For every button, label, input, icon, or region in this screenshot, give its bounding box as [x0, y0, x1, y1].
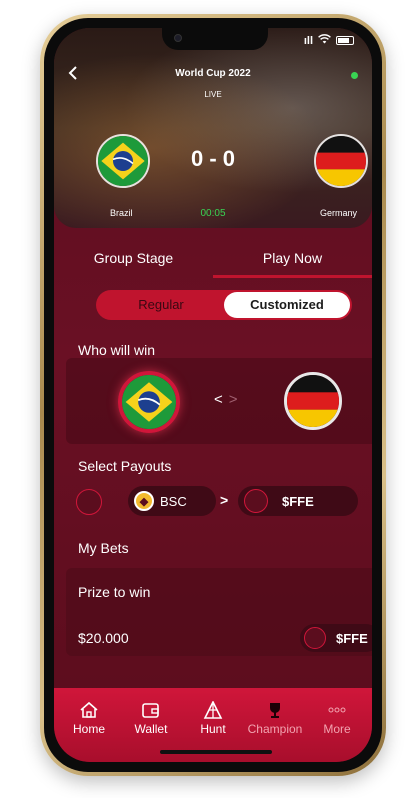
chevron-left-icon[interactable]: <	[214, 391, 229, 408]
token-label: $FFE	[282, 493, 314, 509]
away-team-name: Germany	[320, 208, 358, 218]
prize-token-radio[interactable]	[304, 627, 326, 649]
brazil-flag-icon	[122, 375, 176, 429]
select-payouts-label: Select Payouts	[78, 458, 172, 474]
home-icon	[79, 700, 99, 720]
tab-group-stage[interactable]: Group Stage	[54, 246, 213, 278]
network-pill[interactable]: ◆ BSC	[128, 486, 216, 516]
network-label: BSC	[160, 493, 187, 509]
match-status: LIVE	[204, 90, 222, 99]
more-icon	[327, 700, 347, 720]
nav-label-champion: Champion	[247, 722, 303, 736]
nav-label-wallet: Wallet	[134, 722, 168, 736]
match-title: World Cup 2022	[175, 68, 251, 79]
germany-flag-icon	[287, 375, 339, 427]
nav-label-hunt: Hunt	[200, 722, 226, 736]
nav-label-more: More	[323, 722, 351, 736]
phone-bezel: ıll World Cup 2022 LIVE 0 - 0 Brazil 00:…	[44, 18, 382, 772]
nav-home[interactable]: Home	[58, 700, 120, 762]
chevron-right-icon: >	[220, 492, 229, 508]
select-germany-button[interactable]	[284, 372, 342, 430]
phone-frame: ıll World Cup 2022 LIVE 0 - 0 Brazil 00:…	[40, 14, 386, 776]
battery-icon	[336, 36, 354, 45]
hunt-icon	[202, 700, 224, 720]
toggle-customized[interactable]: Customized	[224, 292, 350, 318]
wifi-icon	[318, 34, 331, 47]
chevron-right-icon[interactable]: >	[229, 391, 244, 408]
prize-token-pill[interactable]: $FFE	[300, 624, 372, 652]
nav-label-home: Home	[72, 722, 105, 736]
stage-tabs: Group Stage Play Now	[54, 246, 372, 278]
signal-icon: ıll	[303, 34, 313, 47]
prize-card: Prize to win $20.000 $FFE	[66, 568, 372, 656]
camera-icon	[174, 34, 182, 42]
app-screen: ıll World Cup 2022 LIVE 0 - 0 Brazil 00:…	[54, 28, 372, 762]
prize-label: Prize to win	[78, 584, 151, 600]
mode-toggle: Regular Customized	[96, 290, 352, 320]
wallet-icon	[141, 700, 161, 720]
tab-play-now[interactable]: Play Now	[213, 246, 372, 278]
my-bets-label: My Bets	[78, 540, 129, 556]
toggle-regular[interactable]: Regular	[98, 292, 224, 318]
winner-selector: <>	[66, 358, 372, 444]
payout-row: ◆ BSC > $FFE	[76, 486, 372, 518]
token-radio[interactable]	[244, 489, 268, 513]
status-bar: ıll	[304, 34, 354, 47]
match-header: ıll World Cup 2022 LIVE 0 - 0 Brazil 00:…	[54, 28, 372, 228]
prize-token-label: $FFE	[336, 630, 368, 646]
prize-amount: $20.000	[78, 630, 129, 646]
phone-notch	[162, 28, 268, 50]
home-indicator	[160, 750, 272, 754]
token-pill[interactable]: $FFE	[238, 486, 358, 516]
winner-arrows: <>	[214, 391, 244, 408]
payout-radio-empty[interactable]	[76, 489, 102, 515]
bsc-coin-icon: ◆	[134, 491, 154, 511]
trophy-icon	[266, 700, 284, 720]
who-will-win-label: Who will win	[78, 342, 156, 358]
select-brazil-button[interactable]	[118, 371, 180, 433]
germany-flag-icon	[314, 134, 368, 188]
nav-more[interactable]: More	[306, 700, 368, 762]
